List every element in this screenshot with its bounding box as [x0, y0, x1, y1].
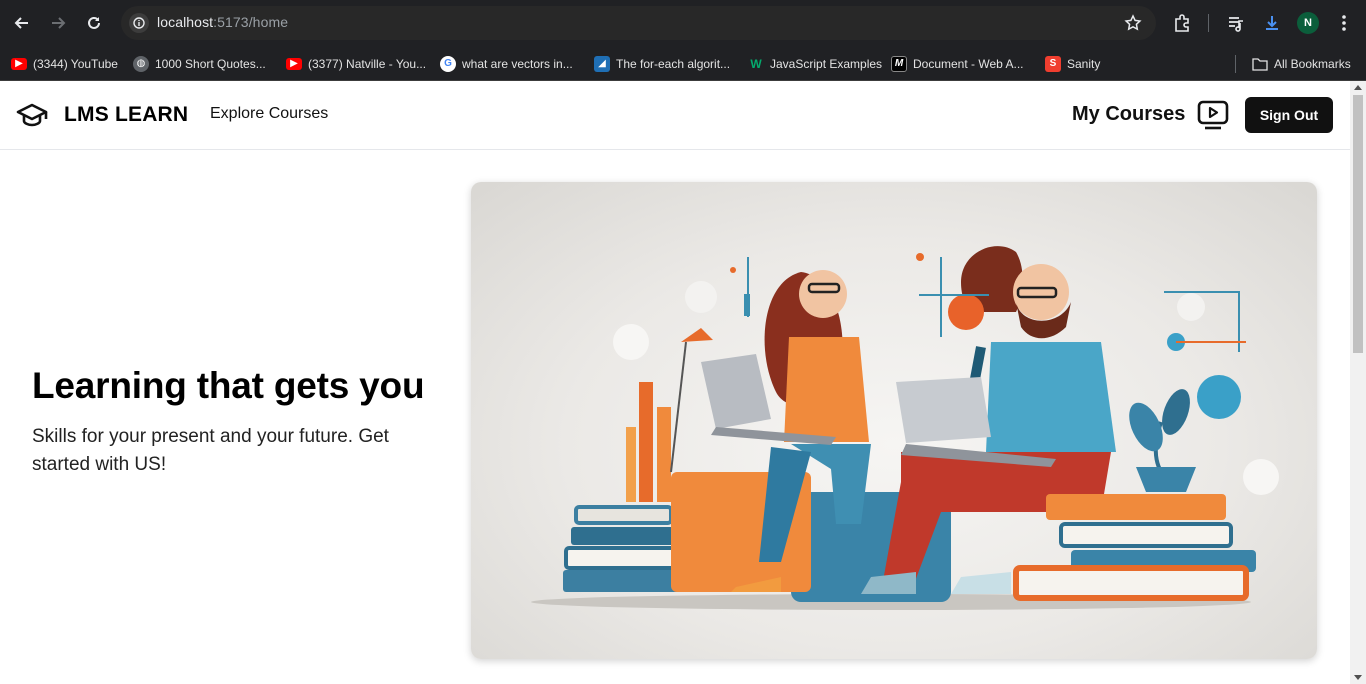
bookmark-label: 1000 Short Quotes...: [155, 56, 266, 71]
bookmark-star-icon[interactable]: [1124, 14, 1142, 37]
bookmarks-bar: ▶ (3344) YouTube ◍ 1000 Short Quotes... …: [0, 46, 1366, 81]
site-info-icon[interactable]: [129, 13, 149, 33]
folder-icon: [1252, 56, 1268, 72]
bookmark-label: (3344) YouTube: [33, 56, 118, 71]
bookmark-label: JavaScript Examples: [770, 56, 883, 71]
bookmark-label: what are vectors in...: [462, 56, 573, 71]
site-header: LMS LEARN Explore Courses My Courses Sig…: [0, 81, 1350, 150]
sign-out-button[interactable]: Sign Out: [1245, 97, 1333, 133]
bookmark-item[interactable]: ◢ The for-each algorit...: [594, 46, 730, 81]
bookmark-item[interactable]: ◍ 1000 Short Quotes...: [133, 46, 266, 81]
menu-kebab-icon[interactable]: [1332, 11, 1356, 35]
site-icon: ◢: [594, 55, 610, 72]
download-icon[interactable]: [1260, 11, 1284, 35]
bookmark-item[interactable]: M Document - Web A...: [891, 46, 1024, 81]
sanity-icon: S: [1045, 55, 1061, 72]
profile-avatar[interactable]: N: [1297, 12, 1319, 34]
hero-title: Learning that gets you: [32, 365, 425, 406]
graduation-cap-icon[interactable]: [16, 101, 48, 129]
reload-icon[interactable]: [82, 11, 106, 35]
address-bar[interactable]: localhost:5173/home: [121, 6, 1156, 40]
bookmark-item[interactable]: S Sanity: [1045, 46, 1100, 81]
bookmark-item[interactable]: ▶ (3377) Natville - You...: [286, 46, 426, 81]
explore-courses-link[interactable]: Explore Courses: [210, 105, 328, 123]
bookmark-item[interactable]: ▶ (3344) YouTube: [11, 46, 118, 81]
back-icon[interactable]: [10, 11, 34, 35]
bookmark-label: The for-each algorit...: [616, 56, 731, 71]
all-bookmarks-label: All Bookmarks: [1274, 56, 1351, 71]
youtube-icon: ▶: [11, 57, 27, 70]
toolbar-separator: [1208, 14, 1209, 32]
youtube-icon: ▶: [286, 57, 302, 70]
google-icon: G: [440, 55, 456, 72]
scroll-thumb[interactable]: [1353, 95, 1363, 353]
bookmarks-separator: [1235, 55, 1236, 73]
scroll-up-icon[interactable]: [1354, 85, 1362, 90]
url-host: localhost: [157, 14, 214, 30]
all-bookmarks-button[interactable]: All Bookmarks: [1252, 46, 1351, 81]
forward-icon[interactable]: [46, 11, 70, 35]
bookmark-label: (3377) Natville - You...: [308, 56, 427, 71]
bookmark-item[interactable]: W JavaScript Examples: [748, 46, 882, 81]
brand-name[interactable]: LMS LEARN: [64, 103, 188, 127]
bookmark-label: Sanity: [1067, 56, 1101, 71]
my-courses-link[interactable]: My Courses: [1072, 103, 1185, 126]
globe-icon: ◍: [133, 55, 149, 72]
extensions-icon[interactable]: [1170, 11, 1194, 35]
url-text[interactable]: localhost:5173/home: [157, 14, 288, 30]
mdn-icon: M: [891, 55, 907, 72]
page-viewport: LMS LEARN Explore Courses My Courses Sig…: [0, 81, 1350, 684]
bookmark-item[interactable]: G what are vectors in...: [440, 46, 573, 81]
url-path: :5173/home: [213, 14, 289, 30]
bookmark-label: Document - Web A...: [913, 56, 1024, 71]
hero-illustration: [471, 182, 1317, 659]
page-scrollbar[interactable]: [1350, 81, 1366, 684]
tv-play-icon[interactable]: [1197, 100, 1229, 130]
w3-icon: W: [750, 56, 762, 71]
scroll-down-icon[interactable]: [1354, 675, 1362, 680]
browser-toolbar: localhost:5173/home N: [0, 0, 1366, 46]
media-playlist-icon[interactable]: [1224, 11, 1248, 35]
hero-subtitle: Skills for your present and your future.…: [32, 426, 389, 475]
